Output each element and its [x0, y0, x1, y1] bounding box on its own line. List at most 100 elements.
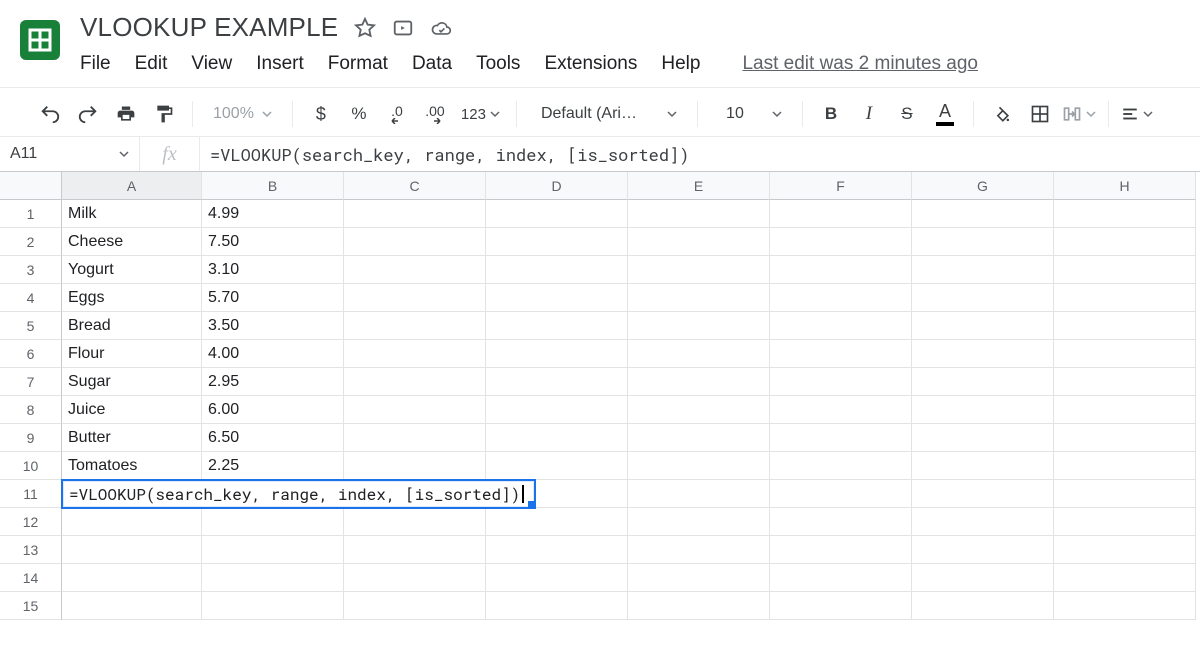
- cell-D6[interactable]: [486, 340, 628, 368]
- cell-B15[interactable]: [202, 592, 344, 620]
- cell-E10[interactable]: [628, 452, 770, 480]
- cell-B12[interactable]: [202, 508, 344, 536]
- fill-color-button[interactable]: [986, 98, 1018, 130]
- row-header-3[interactable]: 3: [0, 256, 62, 284]
- cell-E4[interactable]: [628, 284, 770, 312]
- row-header-9[interactable]: 9: [0, 424, 62, 452]
- cell-G15[interactable]: [912, 592, 1054, 620]
- cell-C5[interactable]: [344, 312, 486, 340]
- cell-C4[interactable]: [344, 284, 486, 312]
- redo-button[interactable]: [72, 98, 104, 130]
- column-header-B[interactable]: B: [202, 172, 344, 200]
- column-header-A[interactable]: A: [62, 172, 202, 200]
- text-color-button[interactable]: A: [929, 98, 961, 130]
- cell-D2[interactable]: [486, 228, 628, 256]
- cell-C15[interactable]: [344, 592, 486, 620]
- cell-G7[interactable]: [912, 368, 1054, 396]
- cell-H1[interactable]: [1054, 200, 1196, 228]
- menu-data[interactable]: Data: [412, 49, 466, 79]
- cell-G4[interactable]: [912, 284, 1054, 312]
- menu-tools[interactable]: Tools: [476, 49, 534, 79]
- font-dropdown[interactable]: Default (Ari…: [529, 98, 685, 130]
- row-header-13[interactable]: 13: [0, 536, 62, 564]
- cell-B7[interactable]: 2.95: [202, 368, 344, 396]
- move-icon[interactable]: [392, 17, 414, 39]
- cell-E2[interactable]: [628, 228, 770, 256]
- name-box[interactable]: A11: [0, 137, 140, 171]
- cell-B5[interactable]: 3.50: [202, 312, 344, 340]
- cell-F9[interactable]: [770, 424, 912, 452]
- spreadsheet-grid[interactable]: ABCDEFGH1Milk4.992Cheese7.503Yogurt3.104…: [0, 172, 1200, 620]
- italic-button[interactable]: I: [853, 98, 885, 130]
- formula-bar-input[interactable]: [200, 137, 1200, 171]
- cell-H8[interactable]: [1054, 396, 1196, 424]
- column-header-F[interactable]: F: [770, 172, 912, 200]
- cell-G12[interactable]: [912, 508, 1054, 536]
- cell-F8[interactable]: [770, 396, 912, 424]
- row-header-7[interactable]: 7: [0, 368, 62, 396]
- menu-extensions[interactable]: Extensions: [544, 49, 651, 79]
- cell-G13[interactable]: [912, 536, 1054, 564]
- cell-G5[interactable]: [912, 312, 1054, 340]
- doc-title[interactable]: VLOOKUP EXAMPLE: [80, 12, 338, 43]
- row-header-6[interactable]: 6: [0, 340, 62, 368]
- cell-F2[interactable]: [770, 228, 912, 256]
- star-icon[interactable]: [354, 17, 376, 39]
- cell-C7[interactable]: [344, 368, 486, 396]
- borders-button[interactable]: [1024, 98, 1056, 130]
- cell-E13[interactable]: [628, 536, 770, 564]
- menu-edit[interactable]: Edit: [135, 49, 182, 79]
- last-edit-link[interactable]: Last edit was 2 minutes ago: [742, 53, 978, 75]
- row-header-1[interactable]: 1: [0, 200, 62, 228]
- cell-G2[interactable]: [912, 228, 1054, 256]
- cell-D15[interactable]: [486, 592, 628, 620]
- bold-button[interactable]: B: [815, 98, 847, 130]
- cell-C13[interactable]: [344, 536, 486, 564]
- row-header-5[interactable]: 5: [0, 312, 62, 340]
- cell-G8[interactable]: [912, 396, 1054, 424]
- cell-E1[interactable]: [628, 200, 770, 228]
- cell-B1[interactable]: 4.99: [202, 200, 344, 228]
- cell-H15[interactable]: [1054, 592, 1196, 620]
- cell-E12[interactable]: [628, 508, 770, 536]
- cell-C1[interactable]: [344, 200, 486, 228]
- cloud-status-icon[interactable]: [430, 17, 452, 39]
- cell-F7[interactable]: [770, 368, 912, 396]
- cell-F12[interactable]: [770, 508, 912, 536]
- cell-H5[interactable]: [1054, 312, 1196, 340]
- cell-G6[interactable]: [912, 340, 1054, 368]
- undo-button[interactable]: [34, 98, 66, 130]
- merge-cells-dropdown[interactable]: [1062, 98, 1096, 130]
- cell-B2[interactable]: 7.50: [202, 228, 344, 256]
- cell-B6[interactable]: 4.00: [202, 340, 344, 368]
- cell-D7[interactable]: [486, 368, 628, 396]
- cell-E14[interactable]: [628, 564, 770, 592]
- zoom-dropdown[interactable]: 100%: [211, 105, 272, 123]
- row-header-2[interactable]: 2: [0, 228, 62, 256]
- row-header-14[interactable]: 14: [0, 564, 62, 592]
- font-size-dropdown[interactable]: 10: [710, 98, 790, 130]
- cell-D9[interactable]: [486, 424, 628, 452]
- cell-C9[interactable]: [344, 424, 486, 452]
- print-button[interactable]: [110, 98, 142, 130]
- cell-D8[interactable]: [486, 396, 628, 424]
- cell-B3[interactable]: 3.10: [202, 256, 344, 284]
- cell-F4[interactable]: [770, 284, 912, 312]
- row-header-11[interactable]: 11: [0, 480, 62, 508]
- cell-F11[interactable]: [770, 480, 912, 508]
- cell-editor[interactable]: =VLOOKUP(search_key, range, index, [is_s…: [61, 479, 536, 509]
- paint-format-button[interactable]: [148, 98, 180, 130]
- cell-B14[interactable]: [202, 564, 344, 592]
- decrease-decimal-button[interactable]: .0: [381, 98, 413, 130]
- cell-A4[interactable]: Eggs: [62, 284, 202, 312]
- column-header-D[interactable]: D: [486, 172, 628, 200]
- horizontal-align-dropdown[interactable]: [1121, 98, 1153, 130]
- cell-A6[interactable]: Flour: [62, 340, 202, 368]
- cell-A14[interactable]: [62, 564, 202, 592]
- cell-C2[interactable]: [344, 228, 486, 256]
- cell-H14[interactable]: [1054, 564, 1196, 592]
- number-format-dropdown[interactable]: 123: [457, 98, 504, 130]
- cell-G10[interactable]: [912, 452, 1054, 480]
- cell-F10[interactable]: [770, 452, 912, 480]
- menu-help[interactable]: Help: [661, 49, 714, 79]
